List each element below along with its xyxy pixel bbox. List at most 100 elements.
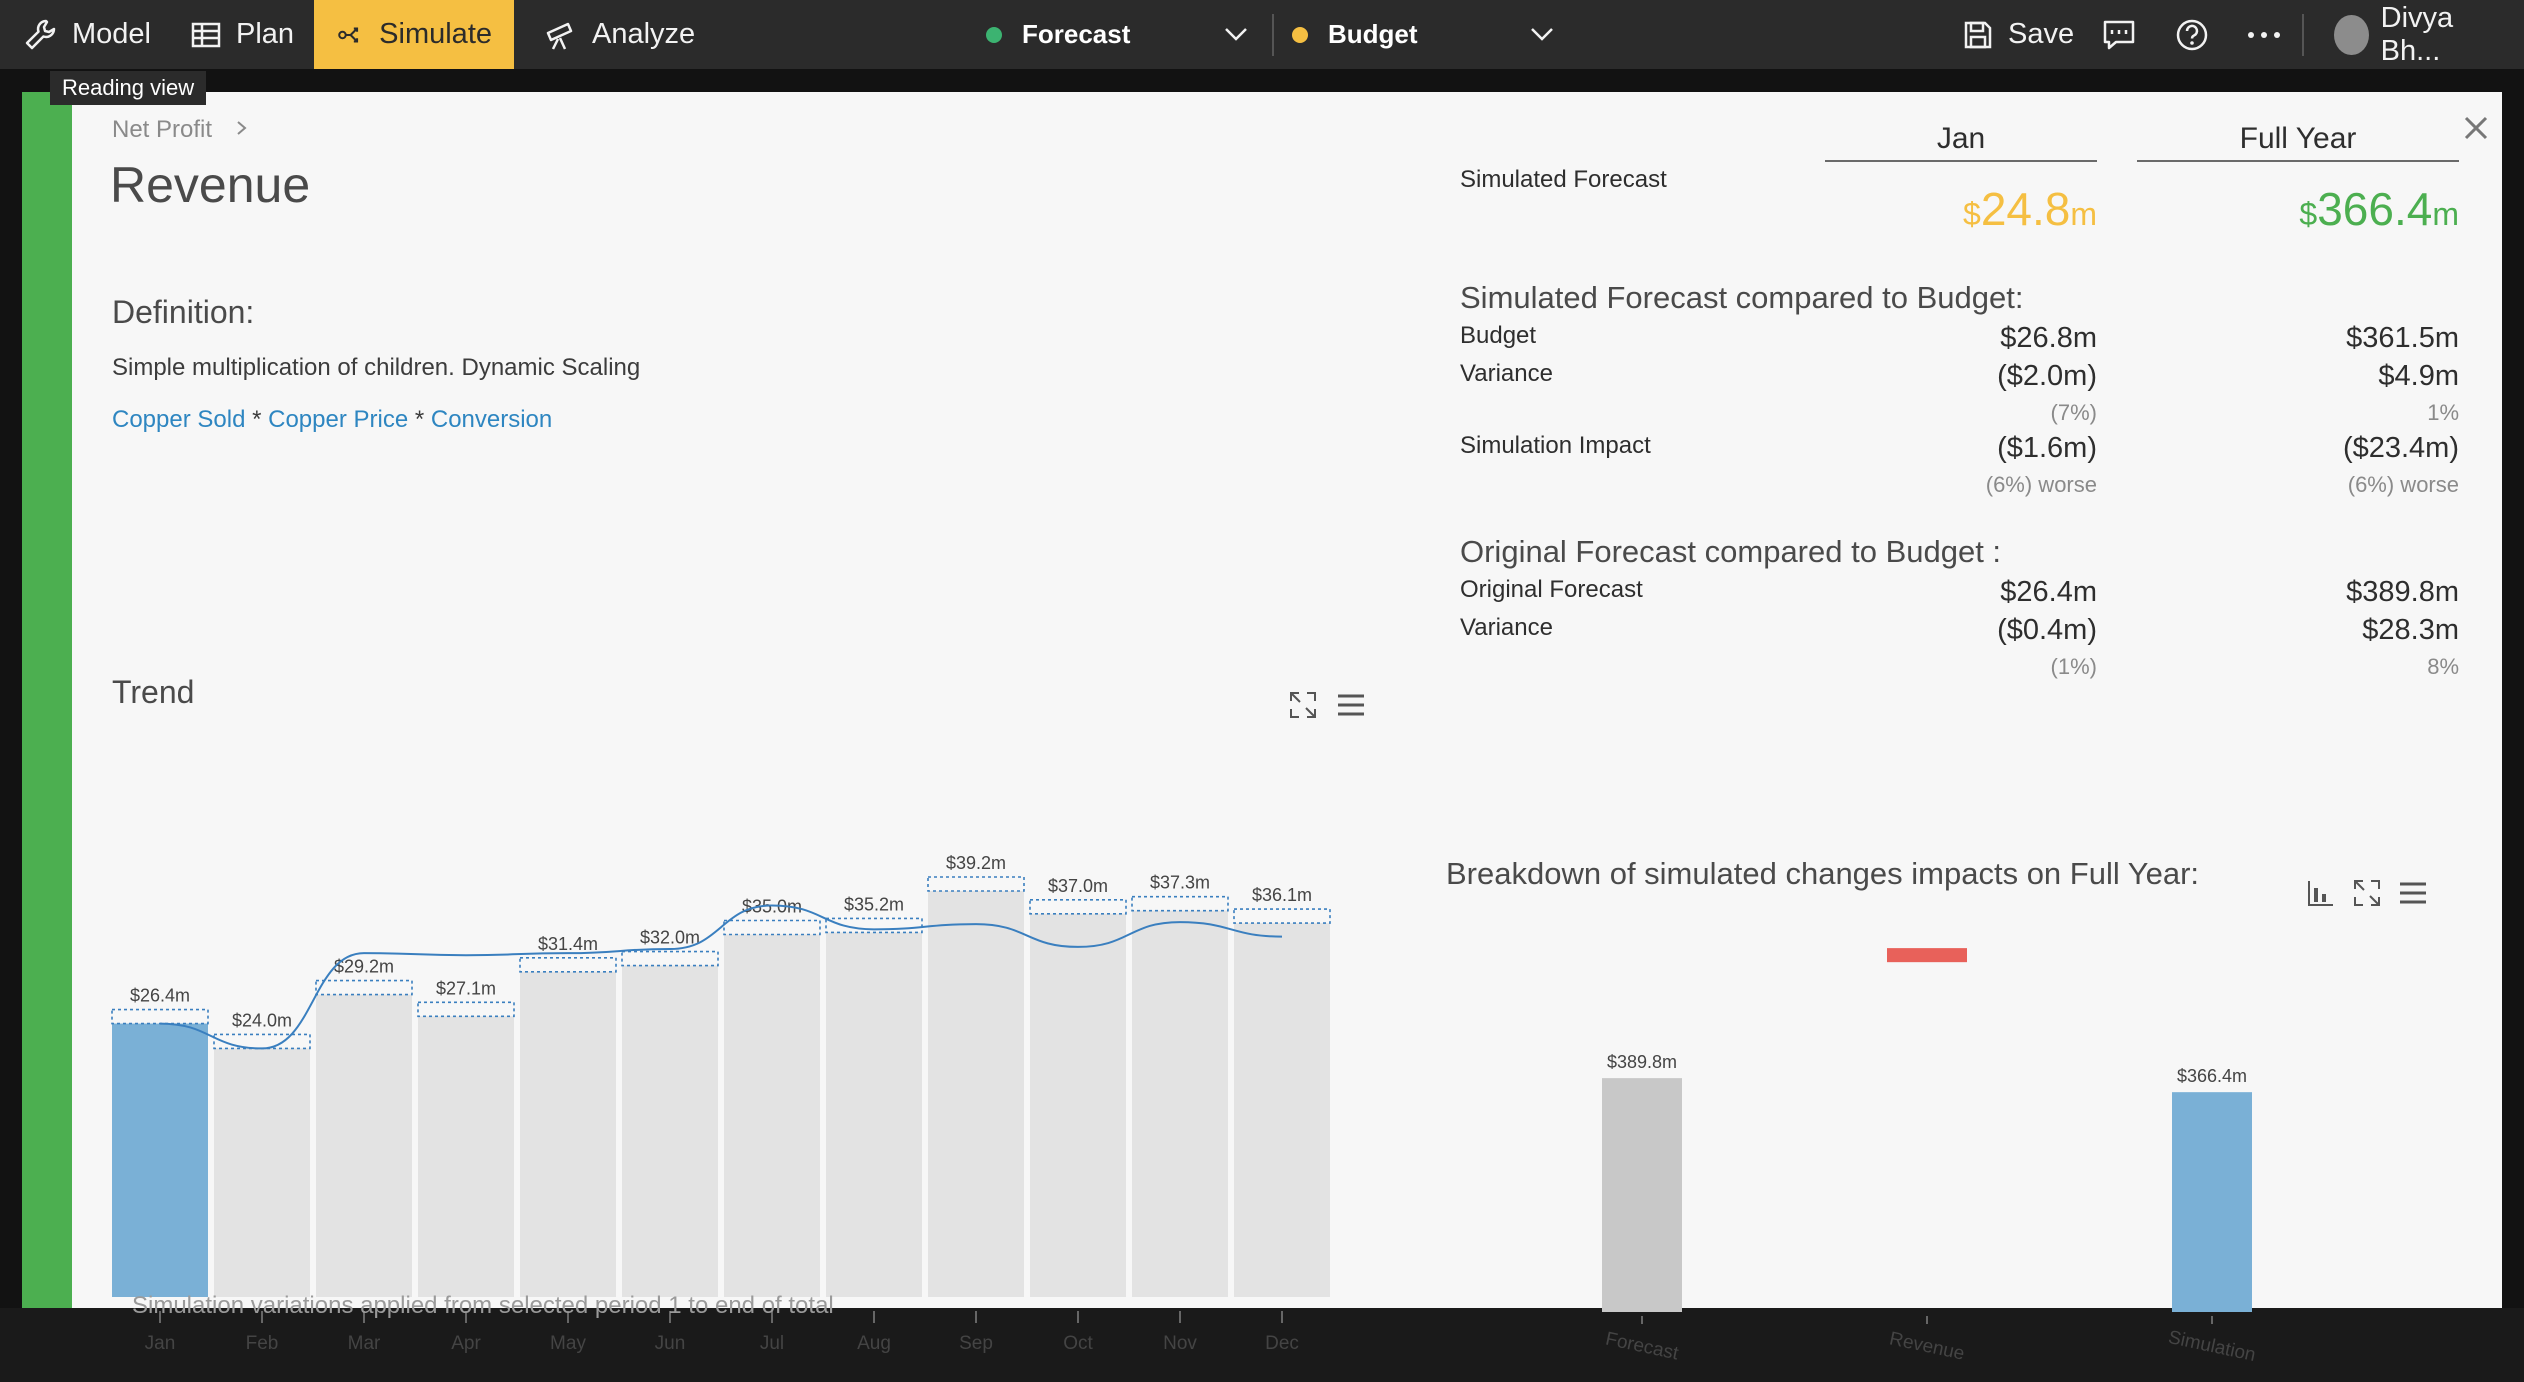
telescope-icon (542, 17, 578, 53)
analyze-label: Analyze (592, 18, 695, 51)
trend-tick-label: Mar (348, 1333, 381, 1354)
simulation-impact-full-year: ($23.4m) (2137, 432, 2459, 465)
breadcrumb[interactable]: Net Profit (112, 116, 251, 144)
breakdown-value-label: $366.4m (2177, 1066, 2247, 1086)
trend-value-label: $37.3m (1150, 873, 1210, 893)
chevron-right-icon (233, 119, 251, 137)
scenario-budget-select[interactable]: Budget (1292, 0, 1418, 69)
trend-bar-outline (214, 1034, 310, 1048)
trend-bar (316, 995, 412, 1297)
user-name: Divya Bh... (2381, 2, 2502, 68)
more-icon[interactable] (2246, 30, 2282, 40)
trend-value-label: $32.0m (640, 928, 700, 948)
trend-bar (418, 1016, 514, 1297)
formula-operator: * (408, 406, 431, 433)
simulate-label: Simulate (379, 18, 492, 51)
scenario-forecast-select[interactable]: Forecast (986, 0, 1130, 69)
help-icon[interactable] (2174, 17, 2210, 53)
trend-tick-label: Jul (760, 1333, 784, 1354)
variance2-jan: ($0.4m) (1825, 614, 2097, 647)
trend-bar-outline (1132, 897, 1228, 911)
trend-tick-label: Feb (246, 1333, 279, 1354)
table-icon (190, 19, 222, 51)
trend-bar (724, 935, 820, 1298)
simulated-forecast-label: Simulated Forecast (1460, 166, 1667, 194)
simulated-forecast-jan: $24.8m (1825, 182, 2097, 236)
column-underline (1825, 160, 2097, 162)
trend-label: Trend (112, 674, 194, 711)
expand-icon[interactable] (1288, 690, 1318, 720)
budget-jan: $26.8m (1825, 322, 2097, 355)
trend-tick-label: Aug (857, 1333, 891, 1354)
variance2-full-year: $28.3m (2137, 614, 2459, 647)
variance-jan: ($2.0m) (1825, 360, 2097, 393)
trend-bar (1234, 923, 1330, 1297)
user-menu[interactable]: Divya Bh... (2312, 0, 2524, 69)
save-label: Save (2008, 18, 2074, 51)
trend-value-label: $37.0m (1048, 876, 1108, 896)
section-sim-vs-budget: Simulated Forecast compared to Budget: (1460, 280, 2023, 316)
bar-chart-icon[interactable] (2306, 878, 2336, 908)
save-icon (1962, 19, 1994, 51)
divider (2302, 14, 2304, 56)
plan-button[interactable]: Plan (168, 0, 316, 69)
breakdown-tick-label: Revenue (1888, 1328, 1967, 1364)
definition-label: Definition: (112, 294, 254, 331)
value: 24.8 (1981, 183, 2071, 235)
variance-label: Variance (1460, 360, 1553, 388)
simulation-impact-jan-pct: (6%) worse (1825, 472, 2097, 498)
simulation-impact-label: Simulation Impact (1460, 432, 1651, 460)
breadcrumb-net-profit: Net Profit (112, 116, 212, 143)
expand-icon[interactable] (2352, 878, 2382, 908)
budget-dot (1292, 27, 1308, 43)
divider (1272, 14, 1274, 56)
currency-prefix: $ (1963, 196, 1981, 232)
simulate-button[interactable]: Simulate (314, 0, 514, 69)
chevron-down-icon[interactable] (1528, 22, 1556, 46)
formula-link-copper-price[interactable]: Copper Price (268, 406, 408, 433)
trend-bar-outline (418, 1002, 514, 1016)
scenario-budget-label: Budget (1328, 19, 1418, 50)
column-jan-header: Jan (1825, 122, 2097, 156)
menu-icon[interactable] (2398, 880, 2428, 906)
wrench-icon (22, 17, 58, 53)
formula-link-copper-sold[interactable]: Copper Sold (112, 406, 245, 433)
close-icon[interactable] (2462, 114, 2490, 142)
trend-bar-outline (112, 1010, 208, 1024)
formula-link-conversion[interactable]: Conversion (431, 406, 552, 433)
tooltip-reading-view: Reading view (50, 71, 206, 105)
original-forecast-jan: $26.4m (1825, 576, 2097, 609)
trend-tick-label: May (550, 1333, 586, 1354)
detail-panel: Net Profit Revenue Definition: Simple mu… (72, 92, 2502, 1308)
currency-prefix: $ (2299, 196, 2317, 232)
footer-note: Simulation variations applied from selec… (132, 1292, 834, 1320)
chevron-down-icon[interactable] (1222, 22, 1250, 46)
trend-bar (214, 1048, 310, 1297)
comment-icon[interactable] (2102, 18, 2136, 52)
trend-bar-outline (1234, 909, 1330, 923)
scenario-forecast-label: Forecast (1022, 19, 1130, 50)
column-full-year-header: Full Year (2137, 122, 2459, 156)
simulation-impact-full-year-pct: (6%) worse (2137, 472, 2459, 498)
trend-chart: $26.4mJan$24.0mFeb$29.2mMar$27.1mApr$31.… (102, 752, 1422, 1372)
breakdown-bar (1602, 1078, 1682, 1312)
breakdown-bar (2172, 1092, 2252, 1312)
variance-full-year-pct: 1% (2137, 400, 2459, 426)
trend-bar-outline (520, 958, 616, 972)
trend-bar (928, 891, 1024, 1297)
trend-bar-outline (928, 877, 1024, 891)
trend-bar (520, 972, 616, 1297)
breakdown-tick-label: Simulation (2166, 1327, 2257, 1366)
analyze-button[interactable]: Analyze (520, 0, 717, 69)
save-button[interactable]: Save (1940, 0, 2096, 69)
trend-value-label: $31.4m (538, 934, 598, 954)
trend-value-label: $39.2m (946, 853, 1006, 873)
trend-bar-outline (724, 921, 820, 935)
plan-label: Plan (236, 18, 294, 51)
model-button[interactable]: Model (0, 0, 173, 69)
breakdown-value-label: $389.8m (1607, 1052, 1677, 1072)
unit-suffix: m (2070, 196, 2097, 232)
menu-icon[interactable] (1336, 692, 1366, 718)
trend-value-label: $35.2m (844, 894, 904, 914)
trend-tick-label: Dec (1265, 1333, 1299, 1354)
